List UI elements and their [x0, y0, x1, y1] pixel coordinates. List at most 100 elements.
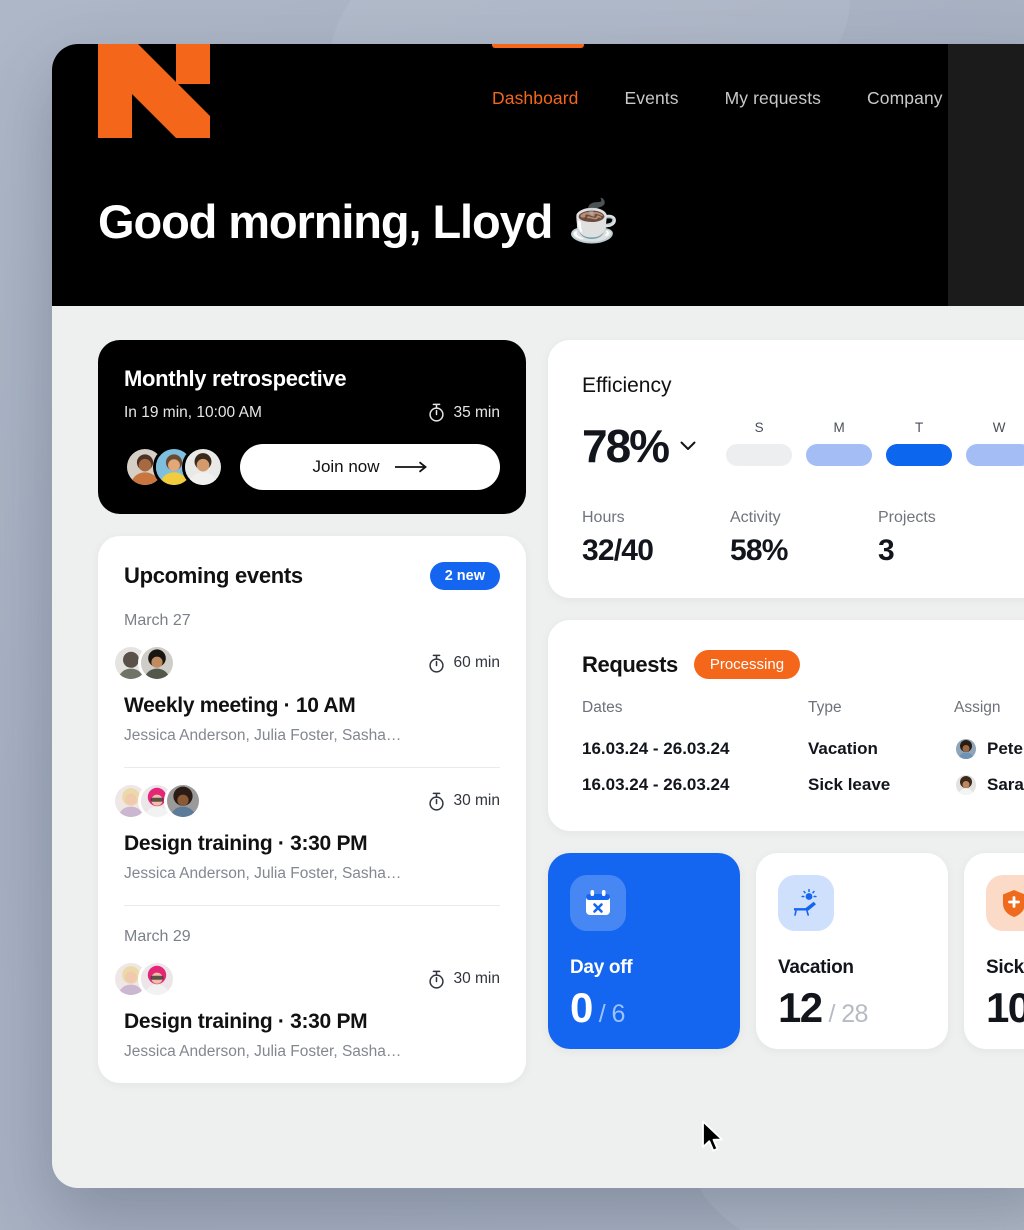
calendar-x-icon — [586, 890, 610, 915]
divider — [124, 905, 500, 906]
leave-tile-vacation[interactable]: Vacation 12 / 28 — [756, 853, 948, 1049]
event-group-date: March 29 — [124, 928, 191, 945]
stat-label: Hours — [582, 509, 625, 526]
stopwatch-icon — [429, 970, 445, 989]
event-attendees — [112, 960, 176, 998]
event-group-date: March 27 — [124, 612, 191, 629]
status-badge: Processing — [693, 650, 801, 679]
tile-label: Vacation — [778, 957, 854, 978]
duration-label: 60 min — [453, 654, 500, 671]
event-duration: 60 min — [428, 654, 500, 673]
divider — [124, 767, 500, 768]
day-bar — [966, 444, 1024, 466]
nav-item-events[interactable]: Events — [625, 44, 679, 109]
assignee-name: Peter — [987, 739, 1024, 758]
cell-assign: Sara J — [954, 767, 1024, 803]
stat-activity: Activity 58% — [730, 509, 878, 568]
cell-type: Sick leave — [808, 775, 891, 794]
monthly-retrospective-card: Monthly retrospective In 19 min, 10:00 A… — [98, 340, 526, 514]
dashboard-body: Monthly retrospective In 19 min, 10:00 A… — [52, 306, 1024, 1083]
nav-active-indicator — [492, 44, 584, 48]
stat-label: Activity — [730, 509, 781, 526]
day-bar — [726, 444, 793, 466]
tile-total: / 28 — [828, 1000, 869, 1028]
event-item[interactable]: 60 min Weekly meeting · 10 AM Jessica An… — [112, 644, 500, 745]
nav-label: Dashboard — [492, 88, 579, 108]
event-people: Jessica Anderson, Julia Foster, Sasha… — [124, 1043, 402, 1060]
retrospective-time: In 19 min, 10:00 AM — [124, 403, 262, 421]
retrospective-duration: 35 min — [428, 403, 500, 422]
stopwatch-icon — [429, 403, 445, 422]
cell-dates: 16.03.24 - 26.03.24 — [582, 739, 730, 758]
cell-assign: Peter — [954, 731, 1024, 767]
day-bar-active — [886, 444, 953, 466]
join-now-label: Join now — [312, 457, 380, 476]
day-column[interactable]: S — [726, 420, 793, 466]
retrospective-attendees[interactable] — [124, 446, 224, 488]
avatar — [954, 773, 978, 797]
screenshot-stage: Dashboard Events My requests Company Goo… — [0, 0, 1024, 1230]
nav-item-my-requests[interactable]: My requests — [725, 44, 821, 109]
table-row[interactable]: 16.03.24 - 26.03.24 Vacation Peter — [582, 731, 1024, 767]
tile-label: Sick — [986, 957, 1024, 978]
nav-label: Events — [624, 88, 679, 108]
tile-current: 10 — [986, 984, 1024, 1031]
event-people: Jessica Anderson, Julia Foster, Sasha… — [124, 727, 402, 744]
duration-label: 30 min — [453, 792, 500, 809]
nav-item-company[interactable]: Company — [867, 44, 943, 109]
tile-current: 12 — [778, 984, 823, 1031]
stat-value: 3 — [878, 534, 895, 567]
cell-type: Vacation — [808, 739, 878, 758]
stat-hours: Hours 32/40 — [582, 509, 730, 568]
efficiency-percent-selector[interactable]: 78% — [582, 423, 696, 469]
event-group: March 29 30 min Design training · 3:30 P… — [112, 928, 500, 1061]
nav-item-dashboard[interactable]: Dashboard — [492, 44, 584, 109]
app-header: Dashboard Events My requests Company Goo… — [52, 44, 1024, 306]
efficiency-day-chart: S M T W — [726, 420, 1024, 469]
main-nav: Dashboard Events My requests Company — [492, 44, 989, 109]
day-bar — [806, 444, 873, 466]
table-row[interactable]: 16.03.24 - 26.03.24 Sick leave Sara J — [582, 767, 1024, 803]
stat-label: Projects — [878, 509, 936, 526]
efficiency-card: Efficiency 78% S M T W Hours 32/40 Activ… — [548, 340, 1024, 598]
assignee-name: Sara J — [987, 775, 1024, 794]
efficiency-percent: 78% — [582, 420, 670, 472]
duration-label: 35 min — [453, 403, 500, 421]
day-column[interactable]: M — [806, 420, 873, 466]
stat-value: 58% — [730, 534, 788, 567]
brand-logo-icon[interactable] — [98, 44, 210, 138]
chevron-down-icon[interactable] — [680, 441, 696, 451]
table-header-row: Dates Type Assign — [582, 699, 1024, 731]
avatar — [138, 960, 176, 998]
column-header-dates: Dates — [582, 699, 623, 716]
leave-tile-sick[interactable]: Sick 10 — [964, 853, 1024, 1049]
stopwatch-icon — [429, 654, 445, 673]
tile-icon-wrap — [778, 875, 834, 931]
left-column: Monthly retrospective In 19 min, 10:00 A… — [98, 340, 526, 1083]
leave-tile-day-off[interactable]: Day off 0 / 6 — [548, 853, 740, 1049]
event-group: March 27 60 min Weekly meeting · 10 AM J… — [112, 612, 500, 883]
tile-total: / 6 — [598, 1000, 626, 1028]
nav-label: My requests — [724, 88, 822, 108]
new-events-badge: 2 new — [429, 562, 500, 590]
event-name: Weekly meeting · 10 AM — [124, 694, 356, 717]
tile-current: 0 — [570, 984, 593, 1031]
day-label: T — [914, 420, 924, 435]
efficiency-title: Efficiency — [582, 374, 672, 397]
stat-value: 32/40 — [582, 534, 654, 567]
day-label: M — [833, 420, 845, 435]
app-window: Dashboard Events My requests Company Goo… — [52, 44, 1024, 1188]
event-item[interactable]: 30 min Design training · 3:30 PM Jessica… — [112, 782, 500, 883]
tile-label: Day off — [570, 957, 633, 978]
avatar — [182, 446, 224, 488]
day-column[interactable]: W — [966, 420, 1024, 466]
efficiency-stats: Hours 32/40 Activity 58% Projects 3 — [582, 509, 1024, 568]
tile-icon-wrap — [986, 875, 1024, 931]
event-duration: 30 min — [428, 792, 500, 811]
event-item[interactable]: 30 min Design training · 3:30 PM Jessica… — [112, 960, 500, 1061]
join-now-button[interactable]: Join now — [240, 444, 500, 490]
day-column[interactable]: T — [886, 420, 953, 466]
event-people: Jessica Anderson, Julia Foster, Sasha… — [124, 865, 402, 882]
sun-lounger-icon — [794, 888, 817, 916]
cell-dates: 16.03.24 - 26.03.24 — [582, 775, 730, 794]
